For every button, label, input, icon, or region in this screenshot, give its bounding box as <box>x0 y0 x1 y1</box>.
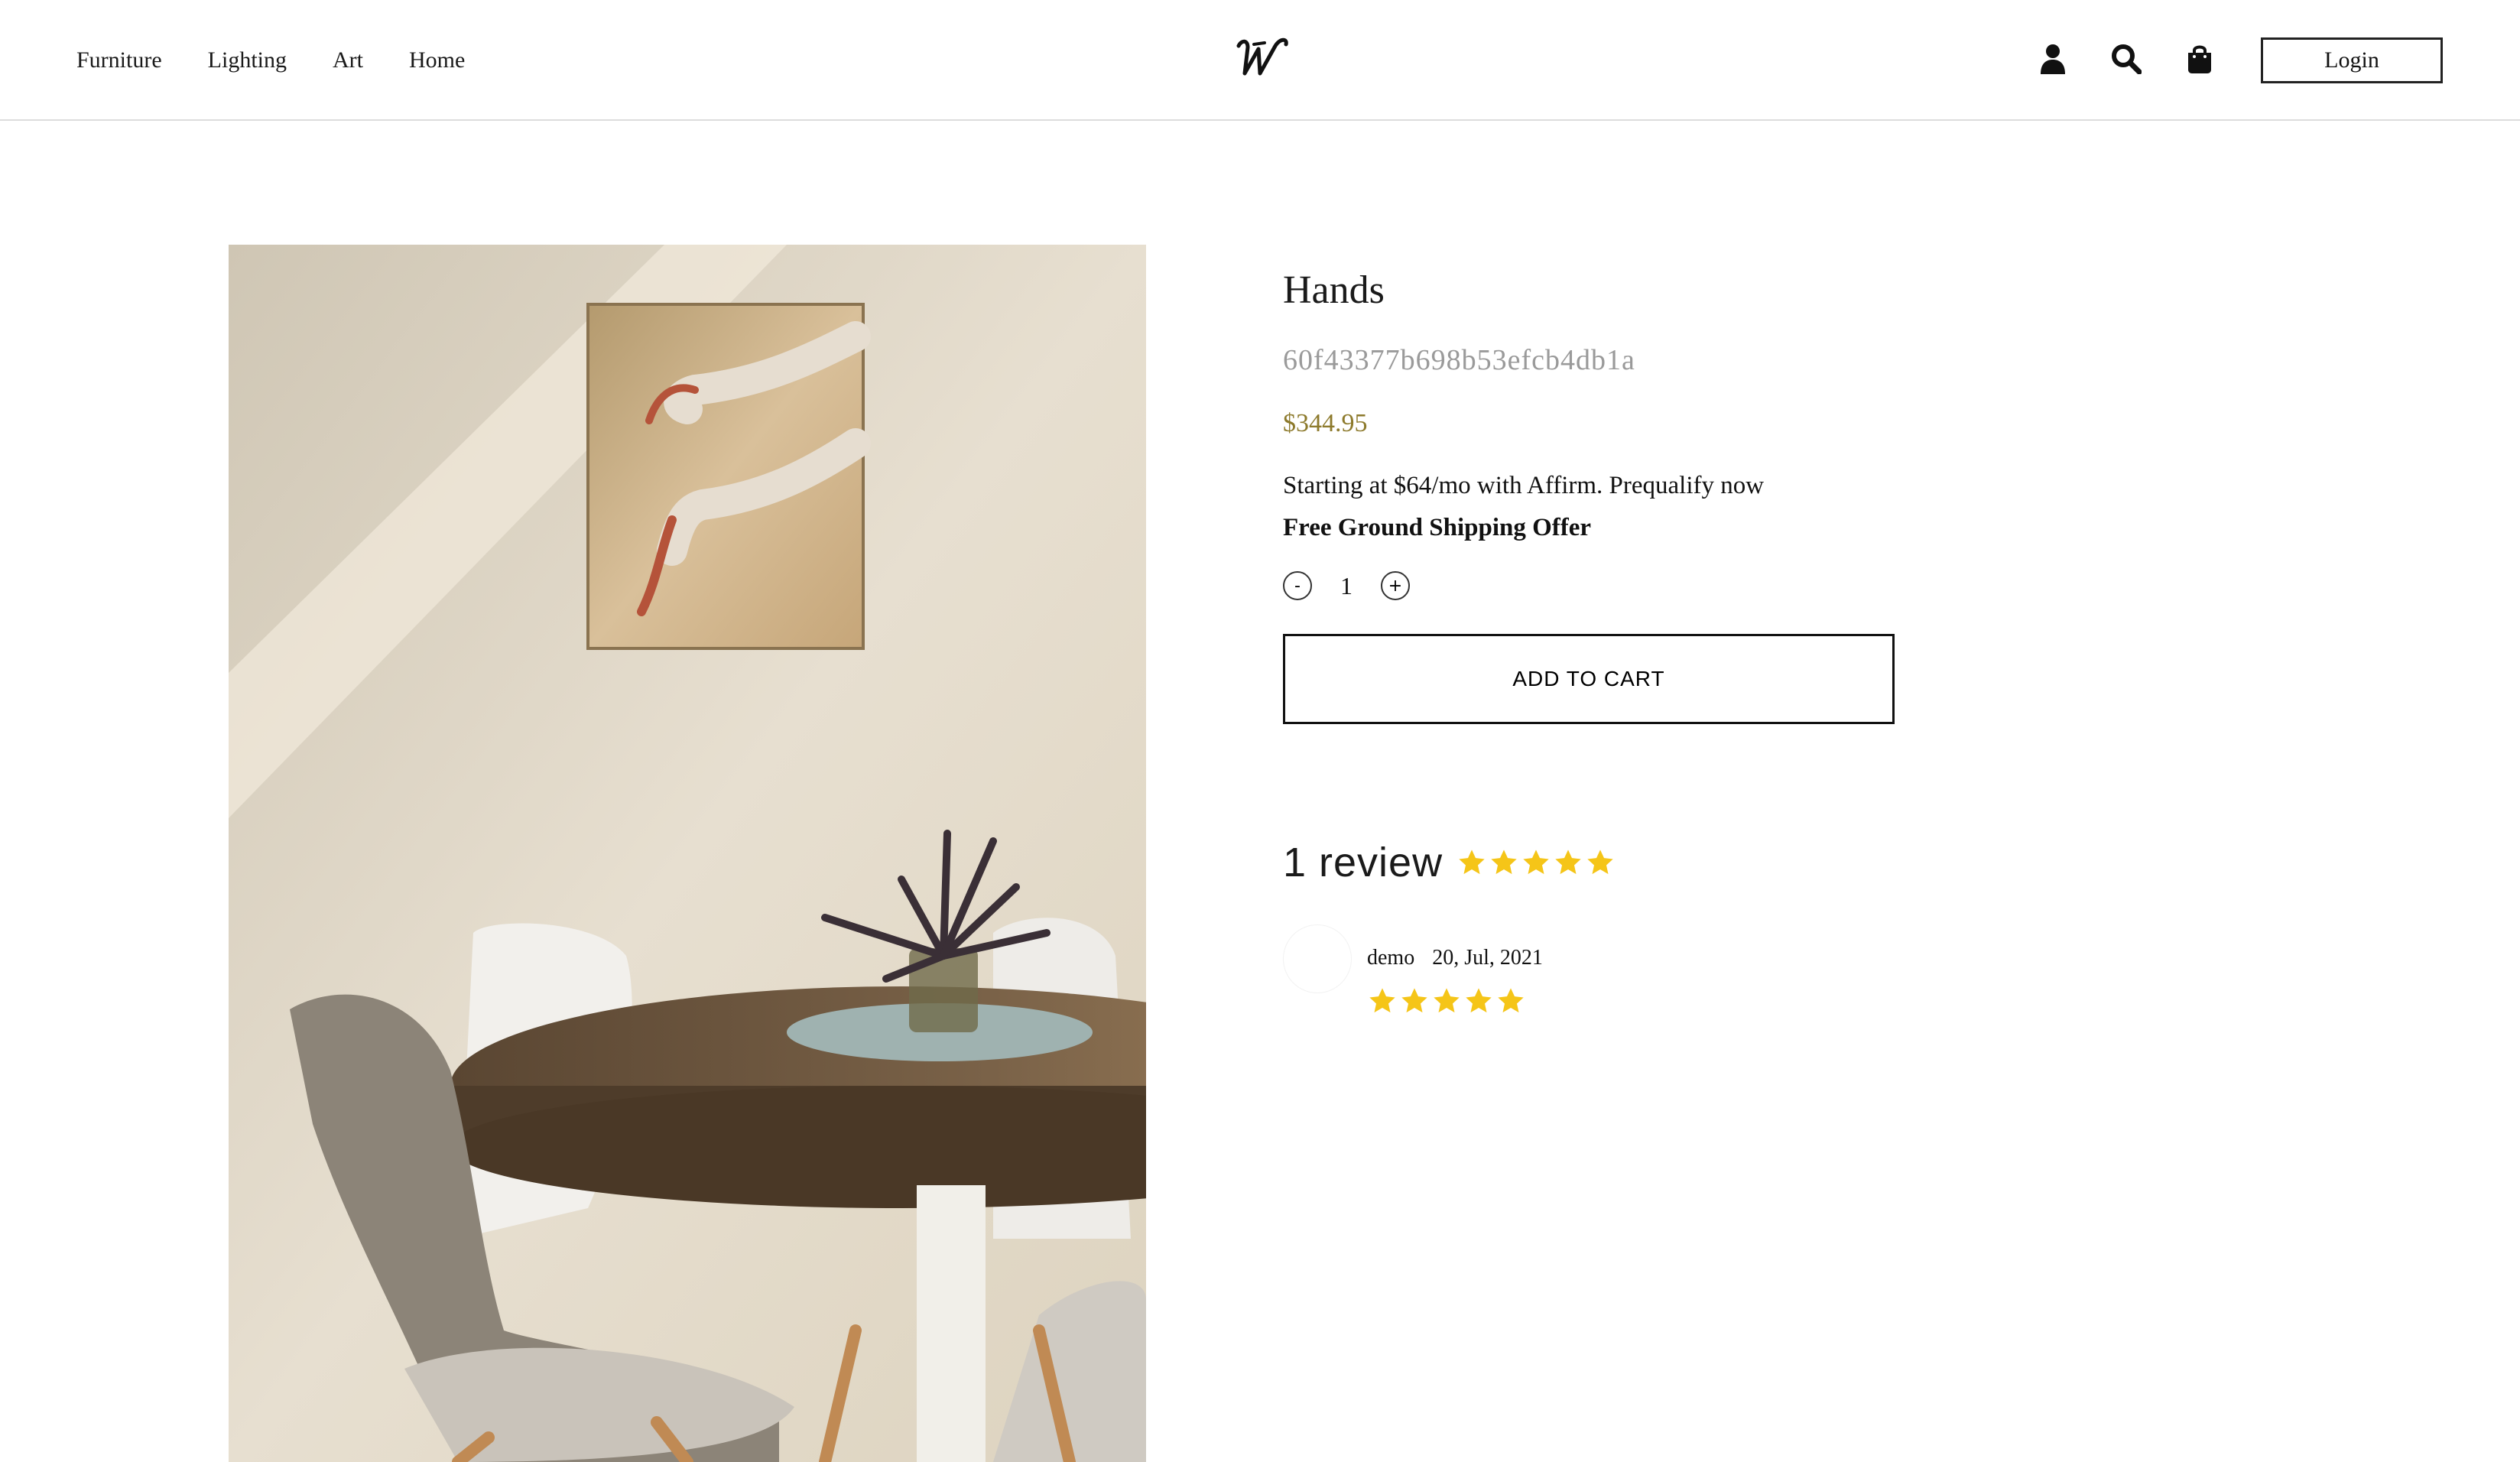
increment-button[interactable]: + <box>1381 571 1410 600</box>
site-header: Furniture Lighting Art Home Login <box>0 0 2520 121</box>
brand-logo[interactable] <box>1231 29 1304 90</box>
search-icon[interactable] <box>2109 40 2144 78</box>
shopping-bag-icon[interactable] <box>2182 40 2217 78</box>
reviews-header: 1 review <box>1283 839 1971 886</box>
product-image <box>229 245 1146 1462</box>
average-rating-stars <box>1456 847 1616 878</box>
product-details: Hands 60f43377b698b53efcb4db1a $344.95 S… <box>1283 268 1971 1016</box>
nav-home[interactable]: Home <box>409 47 465 73</box>
star-icon <box>1498 988 1524 1013</box>
quantity-value: 1 <box>1340 571 1353 599</box>
nav-art[interactable]: Art <box>333 47 363 73</box>
reviews-count: 1 review <box>1283 840 1443 885</box>
review-rating-stars <box>1367 986 1543 1016</box>
review-meta: demo 20, Jul, 2021 <box>1367 946 1543 970</box>
product-price: $344.95 <box>1283 409 1368 437</box>
product-title: Hands <box>1283 268 1385 312</box>
star-icon <box>1369 988 1395 1013</box>
star-icon <box>1523 850 1549 875</box>
review-author: demo <box>1367 946 1415 970</box>
review-date: 20, Jul, 2021 <box>1432 946 1543 970</box>
header-icons <box>2035 40 2217 78</box>
star-icon <box>1466 988 1492 1013</box>
star-icon <box>1401 988 1427 1013</box>
decrement-button[interactable]: - <box>1283 571 1312 600</box>
add-to-cart-button[interactable]: ADD TO CART <box>1283 634 1895 724</box>
star-icon <box>1587 850 1613 875</box>
star-icon <box>1434 988 1460 1013</box>
login-button[interactable]: Login <box>2261 37 2443 83</box>
user-icon[interactable] <box>2035 40 2070 78</box>
affirm-financing-text[interactable]: Starting at $64/mo with Affirm. Prequali… <box>1283 472 1971 500</box>
nav-lighting[interactable]: Lighting <box>208 47 287 73</box>
shipping-offer: Free Ground Shipping Offer <box>1283 514 1592 541</box>
star-icon <box>1555 850 1581 875</box>
nav-furniture[interactable]: Furniture <box>76 47 162 73</box>
main-nav: Furniture Lighting Art Home <box>76 0 511 121</box>
review-item: demo 20, Jul, 2021 <box>1283 924 1971 1016</box>
star-icon <box>1459 850 1485 875</box>
reviewer-avatar <box>1283 924 1352 993</box>
product-sku: 60f43377b698b53efcb4db1a <box>1283 344 1635 376</box>
quantity-stepper: - 1 + <box>1283 571 1971 600</box>
star-icon <box>1491 850 1517 875</box>
